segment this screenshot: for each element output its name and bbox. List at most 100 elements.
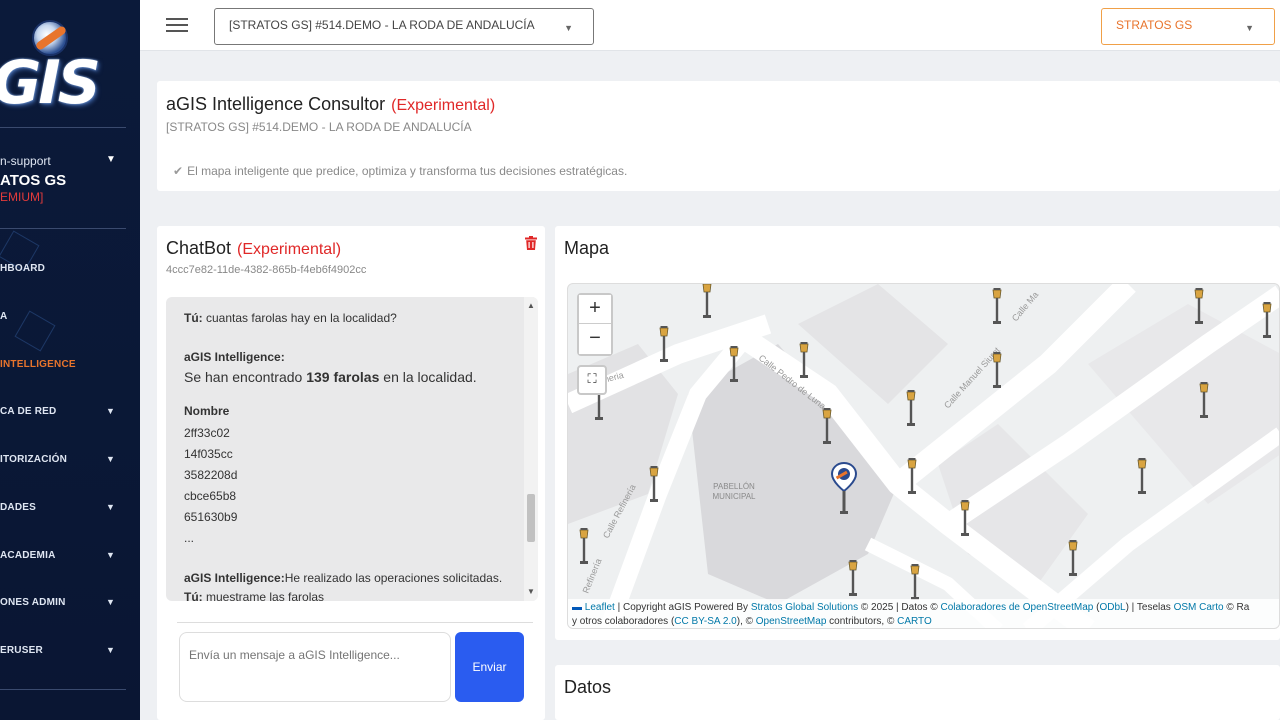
sidebar-item-label: DADES xyxy=(0,502,37,513)
result-item: 14f035cc xyxy=(184,447,233,461)
project-select[interactable]: [STRATOS GS] #514.DEMO - LA RODA DE ANDA… xyxy=(214,8,594,45)
chat-message-input[interactable] xyxy=(179,632,451,702)
result-item: 2ff33c02 xyxy=(184,426,230,440)
map-attribution: ▬ Leaflet | Copyright aGIS Powered By St… xyxy=(568,599,1279,628)
sidebar: GIS n-support ▼ ATOS GS EMIUM] HBOARD A … xyxy=(0,0,140,720)
osm-contrib-link[interactable]: Colaboradores de OpenStreetMap xyxy=(940,602,1093,613)
osm-carto-link[interactable]: OSM Carto xyxy=(1174,602,1224,613)
sidebar-item-intelligence[interactable]: INTELLIGENCE xyxy=(0,359,140,379)
map-card: Mapa Calle Pedro de Luna Calle Manuel Si… xyxy=(555,226,1280,640)
zoom-in-button[interactable]: + xyxy=(579,295,611,324)
scroll-down-icon[interactable]: ▼ xyxy=(527,587,535,596)
chat-sender: aGIS Intelligence: xyxy=(184,571,285,585)
chevron-down-icon: ▼ xyxy=(106,597,116,607)
chat-title: ChatBot (Experimental) xyxy=(166,238,341,259)
send-button[interactable]: Enviar xyxy=(455,632,524,702)
attribution-text: ), © xyxy=(736,616,756,627)
osm-link[interactable]: OpenStreetMap xyxy=(756,616,827,627)
chatbot-card: ChatBot (Experimental) 4ccc7e82-11de-4382… xyxy=(157,226,545,720)
building-label: MUNICIPAL xyxy=(713,492,757,501)
carto-link[interactable]: CARTO xyxy=(897,616,932,627)
chat-message-highlight: 139 farolas xyxy=(306,369,380,385)
experimental-tag: (Experimental) xyxy=(391,97,496,114)
user-plan: EMIUM] xyxy=(0,190,44,204)
streetlamp-icon[interactable] xyxy=(579,528,589,564)
fullscreen-icon: ⛶ xyxy=(587,371,597,386)
sidebar-divider xyxy=(0,228,126,229)
org-select[interactable]: STRATOS GS ▼ xyxy=(1101,8,1275,45)
sidebar-item-utilidades[interactable]: DADES ▼ xyxy=(0,502,140,522)
leaflet-link[interactable]: Leaflet xyxy=(585,602,615,613)
data-title: Datos xyxy=(564,677,612,697)
sidebar-item-monitorizacion[interactable]: ITORIZACIÓN ▼ xyxy=(0,454,140,474)
building-label: PABELLÓN xyxy=(713,482,755,491)
chat-message-text: Se han encontrado xyxy=(184,369,307,385)
page-subtitle: [STRATOS GS] #514.DEMO - LA RODA DE ANDA… xyxy=(166,120,472,134)
zoom-out-button[interactable]: − xyxy=(579,325,611,354)
stratos-link[interactable]: Stratos Global Solutions xyxy=(751,602,858,613)
sidebar-item-academia[interactable]: ACADEMIA ▼ xyxy=(0,550,140,570)
trash-icon[interactable] xyxy=(525,236,537,250)
chat-message-user: Tú: muestrame las farolas xyxy=(184,590,324,601)
sidebar-item-superuser[interactable]: ERUSER ▼ xyxy=(0,645,140,665)
chevron-down-icon: ▼ xyxy=(106,154,116,165)
result-item: 651630b9 xyxy=(184,510,238,524)
sidebar-item-label: ERUSER xyxy=(0,645,43,656)
streetlamp-icon[interactable] xyxy=(992,352,1002,388)
streetlamp-icon[interactable] xyxy=(702,284,712,318)
data-card: Datos xyxy=(555,665,1280,720)
street-label: Calle Ma xyxy=(1010,290,1040,324)
menu-icon[interactable] xyxy=(166,18,188,34)
streetlamp-icon[interactable] xyxy=(910,564,920,600)
flag-icon: ▬ xyxy=(572,602,582,613)
page-description-text: El mapa inteligente que predice, optimiz… xyxy=(187,164,628,178)
chat-sender: aGIS Intelligence: xyxy=(184,350,285,364)
chat-message-bot: Se han encontrado 139 farolas en la loca… xyxy=(184,369,477,385)
chevron-down-icon: ▼ xyxy=(106,645,116,655)
streetlamp-icon[interactable] xyxy=(1262,302,1272,338)
streetlamp-icon[interactable] xyxy=(1068,540,1078,576)
fullscreen-button[interactable]: ⛶ xyxy=(577,365,607,395)
ccbysa-link[interactable]: CC BY-SA 2.0 xyxy=(674,616,736,627)
zoom-control: + − xyxy=(577,293,613,356)
sidebar-item-label: ACADEMIA xyxy=(0,550,56,561)
map-view[interactable]: Calle Pedro de Luna Calle Manuel Siurot … xyxy=(567,283,1280,629)
map-canvas[interactable]: Calle Pedro de Luna Calle Manuel Siurot … xyxy=(568,284,1280,629)
streetlamp-icon[interactable] xyxy=(906,390,916,426)
attribution-text: y otros colaboradores ( xyxy=(572,616,675,627)
chat-message-user: Tú: cuantas farolas hay en la localidad? xyxy=(184,311,397,325)
sidebar-item-dashboard[interactable]: HBOARD xyxy=(0,263,140,283)
sidebar-item-label: ITORIZACIÓN xyxy=(0,454,68,465)
attribution-text: © 2025 | Datos © xyxy=(858,602,941,613)
agis-logo[interactable]: GIS xyxy=(0,8,140,118)
chat-sender: Tú: xyxy=(184,590,203,601)
chat-log[interactable]: Tú: cuantas farolas hay en la localidad?… xyxy=(166,297,538,601)
result-item: 3582208d xyxy=(184,468,238,482)
scroll-up-icon[interactable]: ▲ xyxy=(527,301,535,310)
sidebar-item-mapa[interactable]: A xyxy=(0,311,140,331)
streetlamp-icon[interactable] xyxy=(1137,458,1147,494)
page-description: ✔ El mapa inteligente que predice, optimi… xyxy=(173,164,627,178)
header-card: aGIS Intelligence Consultor (Experimental… xyxy=(157,81,1280,191)
sidebar-item-red[interactable]: CA DE RED ▼ xyxy=(0,406,140,426)
streetlamp-icon[interactable] xyxy=(992,288,1002,324)
map-title: Mapa xyxy=(564,238,610,258)
streetlamp-icon[interactable] xyxy=(848,560,858,596)
attribution-text: | Copyright aGIS Powered By xyxy=(614,602,751,613)
chevron-down-icon: ▼ xyxy=(564,23,573,33)
chat-divider xyxy=(177,622,533,623)
odbl-link[interactable]: ODbL xyxy=(1099,602,1125,613)
org-select-value: STRATOS GS xyxy=(1116,18,1193,32)
result-item: cbce65b8 xyxy=(184,489,237,503)
sidebar-item-label: CA DE RED xyxy=(0,406,57,417)
attribution-text: ) | Teselas xyxy=(1125,602,1174,613)
chevron-down-icon: ▼ xyxy=(106,454,116,464)
logo-wordmark: GIS xyxy=(0,48,101,118)
result-ellipsis: ... xyxy=(184,531,195,545)
scroll-thumb[interactable] xyxy=(527,494,535,542)
chat-scrollbar[interactable]: ▲ ▼ xyxy=(524,297,538,601)
chat-message-text: He realizado las operaciones solicitadas… xyxy=(284,571,503,585)
sidebar-item-admin[interactable]: ONES ADMIN ▼ xyxy=(0,597,140,617)
chat-message-text: en la localidad. xyxy=(379,369,477,385)
chat-title-text: ChatBot xyxy=(166,238,232,258)
